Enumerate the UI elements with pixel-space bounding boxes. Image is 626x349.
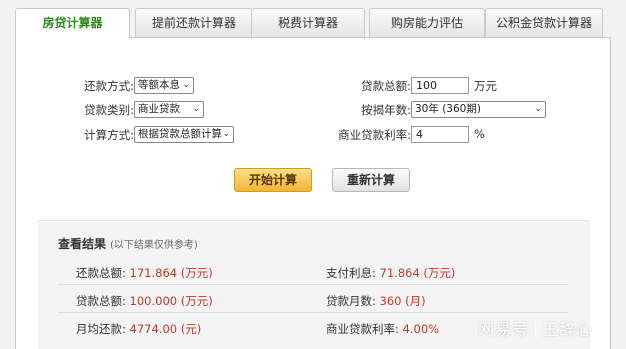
tab-affordability[interactable]: 购房能力评估 [369, 8, 485, 38]
interest-row: 支付利息: 71.864 (万元) [326, 265, 455, 281]
interest-value: 71.864 (万元) [379, 266, 456, 280]
chevron-down-icon: ⌄ [222, 129, 230, 139]
rate-label: 商业贷款利率: [338, 128, 411, 142]
recalculate-button[interactable]: 重新计算 [332, 168, 410, 192]
rate-unit: % [474, 127, 485, 141]
tab-prepayment-calculator[interactable]: 提前还款计算器 [135, 8, 253, 38]
tab-tax-calculator[interactable]: 税费计算器 [251, 8, 365, 38]
total-repay-row: 还款总额: 171.864 (万元) [76, 265, 213, 281]
results-heading: 查看结果 [58, 237, 107, 251]
loan-total-unit: 万元 [474, 79, 497, 93]
loan-total-label: 贷款总额: [361, 79, 411, 93]
chevron-down-icon: ⌄ [182, 80, 190, 90]
calculate-button[interactable]: 开始计算 [234, 168, 312, 192]
rate-result-value: 4.00% [402, 322, 440, 336]
results-title: 查看结果 (以下结果仅供参考) [58, 235, 198, 252]
loan-type-value: 商业贷款 [138, 103, 180, 115]
tab-fund-loan-calculator[interactable]: 公积金贷款计算器 [485, 8, 603, 38]
repay-method-select[interactable]: 等额本息 ⌄ [134, 77, 194, 94]
watermark-left: 网易号 [478, 320, 530, 339]
months-value: 360 (月) [379, 294, 426, 308]
loan-total-result-label: 贷款总额: [76, 294, 126, 308]
term-label: 按揭年数: [361, 103, 411, 117]
interest-label: 支付利息: [326, 266, 376, 280]
monthly-value: 4774.00 (元) [129, 322, 202, 336]
watermark-separator [535, 321, 537, 337]
watermark: 网易号 玉辞心 [478, 316, 593, 340]
loan-total-result-value: 100.000 (万元) [129, 294, 213, 308]
watermark-right: 玉辞心 [542, 320, 594, 339]
tab-mortgage-calculator[interactable]: 房贷计算器 [15, 8, 130, 39]
calc-method-value: 根据贷款总额计算 [138, 128, 222, 140]
rate-result-label: 商业贷款利率: [326, 322, 399, 336]
loan-type-select[interactable]: 商业贷款 ⌄ [134, 101, 204, 118]
loan-total-result-row: 贷款总额: 100.000 (万元) [76, 293, 213, 309]
repay-method-value: 等额本息 [138, 79, 180, 91]
rate-input[interactable]: 4 [411, 126, 469, 143]
months-row: 贷款月数: 360 (月) [326, 293, 426, 309]
term-value: 30年 (360期) [415, 103, 481, 115]
repay-method-label: 还款方式: [84, 79, 134, 93]
rate-result-row: 商业贷款利率: 4.00% [326, 321, 439, 337]
total-repay-label: 还款总额: [76, 266, 126, 280]
tab-bar: 房贷计算器 提前还款计算器 税费计算器 购房能力评估 公积金贷款计算器 [15, 8, 611, 39]
results-note: (以下结果仅供参考) [110, 240, 198, 251]
total-repay-value: 171.864 (万元) [129, 266, 213, 280]
monthly-label: 月均还款: [76, 322, 126, 336]
calculator-panel: 还款方式: 等额本息 ⌄ 贷款类别: 商业贷款 ⌄ 计算方式: 根据贷款总额计算… [15, 37, 611, 349]
months-label: 贷款月数: [326, 294, 376, 308]
loan-total-input[interactable]: 100 [411, 77, 469, 94]
chevron-down-icon: ⌄ [534, 104, 542, 114]
calc-method-select[interactable]: 根据贷款总额计算 ⌄ [134, 126, 234, 143]
row-divider [58, 284, 568, 285]
row-divider [58, 312, 568, 313]
calc-method-label: 计算方式: [84, 128, 134, 142]
chevron-down-icon: ⌄ [192, 104, 200, 114]
loan-type-label: 贷款类别: [84, 103, 134, 117]
term-select[interactable]: 30年 (360期) ⌄ [411, 101, 546, 118]
monthly-row: 月均还款: 4774.00 (元) [76, 321, 201, 337]
